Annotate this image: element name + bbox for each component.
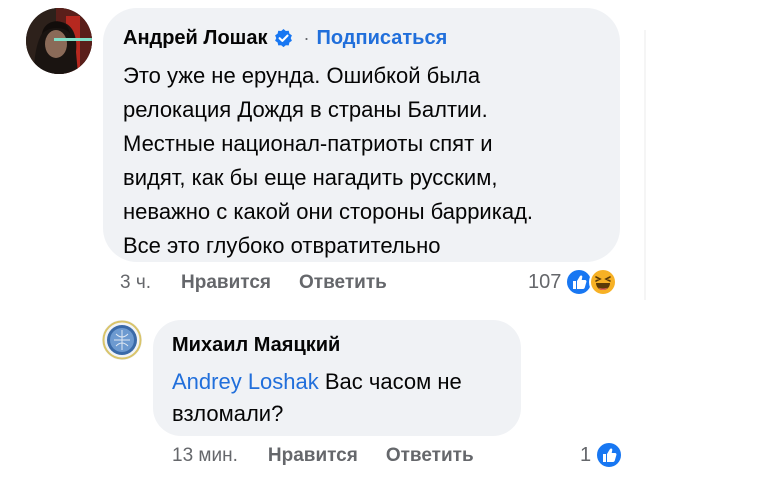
follow-button[interactable]: Подписаться: [316, 27, 447, 50]
author-avatar[interactable]: [26, 8, 92, 74]
verified-badge-icon: [275, 28, 293, 47]
comment-text-line: неважно с какой они стороны баррикад.: [123, 199, 534, 224]
divider: [644, 30, 646, 300]
reaction-count: 107: [528, 270, 562, 293]
avatar-photo: [26, 8, 92, 74]
comment-timestamp[interactable]: 3 ч.: [120, 272, 151, 294]
mention-link[interactable]: Andrey Loshak: [172, 369, 319, 394]
reply-author-avatar[interactable]: [102, 320, 142, 360]
comment-text: Это уже не ерунда. Ошибкой была релокаци…: [123, 59, 623, 263]
comment-text-line: видят, как бы еще нагадить русским,: [123, 165, 498, 190]
reply-like-button[interactable]: Нравится: [268, 445, 358, 467]
haha-icon: [589, 268, 618, 296]
reply-text-part: Вас часом не: [318, 369, 462, 394]
comment-bubble: Андрей Лошак · Подписаться Это уже не ер…: [103, 8, 620, 262]
avatar-logo: [102, 320, 142, 360]
comment-actions: 3 ч. Нравится Ответить: [120, 272, 415, 294]
reply-author-name[interactable]: Михаил Маяцкий: [172, 334, 502, 362]
comment-text-line: релокация Дождя в страны Балтии.: [123, 97, 488, 122]
reply-reply-button[interactable]: Ответить: [386, 445, 474, 467]
reply-text: Andrey Loshak Вас часом не взломали?: [172, 366, 502, 430]
reply-text-line: взломали?: [172, 401, 284, 426]
reply-actions: 13 мин. Нравится Ответить: [172, 445, 502, 467]
reply-bubble: Михаил Маяцкий Andrey Loshak Вас часом н…: [153, 320, 521, 436]
reply-text-line: Andrey Loshak Вас часом не: [172, 366, 502, 398]
like-icon: [595, 441, 624, 469]
reply-timestamp[interactable]: 13 мин.: [172, 445, 238, 467]
reply-reactions-summary[interactable]: 1: [580, 441, 624, 469]
comment-author-name[interactable]: Андрей Лошак: [123, 27, 267, 50]
comment-header: Андрей Лошак · Подписаться: [123, 23, 600, 53]
reply-button[interactable]: Ответить: [299, 272, 387, 294]
comment-text-line: Это уже не ерунда. Ошибкой была: [123, 63, 481, 88]
comment-text-line: Местные национал-патриоты спят и: [123, 131, 493, 156]
separator-dot: ·: [303, 27, 310, 48]
reactions-summary[interactable]: 107: [528, 268, 618, 296]
reply-reaction-count: 1: [580, 443, 592, 466]
comment-text-line: Все это глубоко отвратительно: [123, 233, 441, 258]
like-button[interactable]: Нравится: [181, 272, 271, 294]
